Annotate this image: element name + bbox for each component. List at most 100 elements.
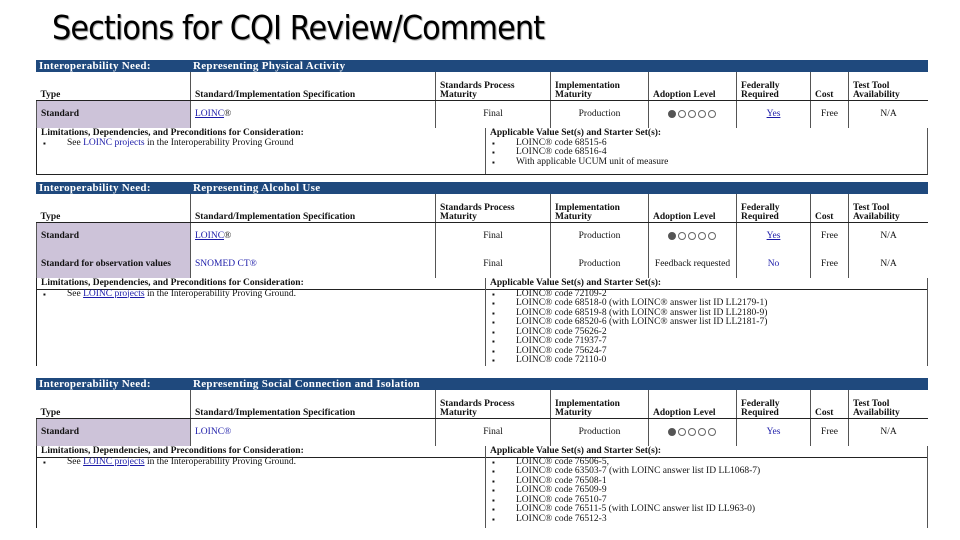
impl-maturity-cell: Production	[550, 222, 649, 250]
slide-title: Sections for CQI Review/Comment	[52, 8, 545, 47]
need-bar: Interoperability Need: Representing Physi…	[36, 60, 928, 72]
spec-cell: SNOMED CT®	[190, 250, 436, 278]
federal-cell: Yes	[736, 418, 811, 446]
federal-cell: Yes	[736, 222, 811, 250]
need-bar: Interoperability Need: Representing Alcoh…	[36, 182, 928, 194]
value-sets-panel: Applicable Value Set(s) and Starter Set(…	[485, 278, 927, 366]
col-adoption: Adoption Level	[648, 194, 737, 223]
loinc-link[interactable]: LOINC®	[195, 427, 231, 437]
snomed-link[interactable]: SNOMED CT®	[195, 259, 257, 269]
loinc-link[interactable]: LOINC	[195, 109, 224, 119]
table-row: Standard LOINC® Final Production Yes Fre…	[36, 100, 928, 128]
section-social-connection: Interoperability Need: Representing Socia…	[36, 378, 928, 528]
limitation-text: in the Interoperability Proving Ground.	[144, 456, 297, 467]
col-type: Type	[36, 72, 191, 101]
col-type: Type	[36, 390, 191, 419]
list-item: LOINC® code 72110-0	[490, 355, 927, 366]
col-process-maturity: Standards Process Maturity	[435, 72, 551, 101]
adoption-level-icon	[648, 222, 737, 250]
list-item: With applicable UCUM unit of measure	[490, 157, 927, 168]
impl-maturity-cell: Production	[550, 100, 649, 128]
col-impl-maturity: Implementation Maturity	[550, 194, 649, 223]
limitations-panel: Limitations, Dependencies, and Precondit…	[37, 278, 485, 366]
type-cell: Standard	[36, 418, 191, 446]
standards-table: Type Standard/Implementation Specificati…	[36, 194, 928, 278]
standards-table: Type Standard/Implementation Specificati…	[36, 72, 928, 128]
type-cell: Standard	[36, 222, 191, 250]
col-test-tool: Test Tool Availability	[848, 390, 928, 419]
limitation-text: in the Interoperability Proving Ground.	[144, 288, 297, 299]
col-cost: Cost	[810, 72, 849, 101]
impl-maturity-cell: Production	[550, 418, 649, 446]
cost-cell: Free	[810, 418, 849, 446]
table-header-row: Type Standard/Implementation Specificati…	[36, 72, 928, 101]
process-maturity-cell: Final	[435, 250, 551, 278]
cost-cell: Free	[810, 222, 849, 250]
col-adoption: Adoption Level	[648, 72, 737, 101]
loinc-projects-link[interactable]: LOINC projects	[83, 457, 144, 467]
col-federal: Federally Required	[736, 390, 811, 419]
limitations-panel: Limitations, Dependencies, and Precondit…	[37, 128, 485, 174]
col-spec: Standard/Implementation Specification	[190, 390, 436, 419]
test-tool-cell: N/A	[848, 250, 928, 278]
federally-required-link[interactable]: Yes	[767, 109, 781, 119]
spec-cell: LOINC®	[190, 100, 436, 128]
process-maturity-cell: Final	[435, 418, 551, 446]
list-item: LOINC® code 76512-3	[490, 514, 927, 525]
lower-panel: Limitations, Dependencies, and Precondit…	[36, 278, 928, 366]
need-label: Interoperability Need:	[39, 182, 151, 194]
col-cost: Cost	[810, 194, 849, 223]
need-title: Representing Social Connection and Isola…	[193, 378, 420, 390]
loinc-projects-link[interactable]: LOINC projects	[83, 138, 144, 148]
value-sets-panel: Applicable Value Set(s) and Starter Set(…	[485, 446, 927, 528]
col-spec: Standard/Implementation Specification	[190, 72, 436, 101]
need-title: Representing Physical Activity	[193, 60, 346, 72]
section-physical-activity: Interoperability Need: Representing Physi…	[36, 60, 928, 175]
col-type: Type	[36, 194, 191, 223]
cost-cell: Free	[810, 250, 849, 278]
col-federal: Federally Required	[736, 72, 811, 101]
col-test-tool: Test Tool Availability	[848, 194, 928, 223]
impl-maturity-cell: Production	[550, 250, 649, 278]
need-label: Interoperability Need:	[39, 378, 151, 390]
process-maturity-cell: Final	[435, 222, 551, 250]
lower-panel: Limitations, Dependencies, and Precondit…	[36, 446, 928, 528]
test-tool-cell: N/A	[848, 418, 928, 446]
process-maturity-cell: Final	[435, 100, 551, 128]
loinc-projects-link[interactable]: LOINC projects	[83, 289, 144, 299]
need-title: Representing Alcohol Use	[193, 182, 321, 194]
spec-cell: LOINC®	[190, 222, 436, 250]
list-item: See LOINC projects in the Interoperabili…	[41, 137, 485, 149]
test-tool-cell: N/A	[848, 100, 928, 128]
limitation-text: in the Interoperability Proving Ground	[144, 137, 294, 148]
spec-cell: LOINC®	[190, 418, 436, 446]
col-federal: Federally Required	[736, 194, 811, 223]
col-adoption: Adoption Level	[648, 390, 737, 419]
standards-table: Type Standard/Implementation Specificati…	[36, 390, 928, 446]
value-sets-panel: Applicable Value Set(s) and Starter Set(…	[485, 128, 927, 174]
limitation-text: See	[67, 288, 84, 299]
cost-cell: Free	[810, 100, 849, 128]
col-impl-maturity: Implementation Maturity	[550, 72, 649, 101]
list-item: See LOINC projects in the Interoperabili…	[41, 456, 485, 468]
table-header-row: Type Standard/Implementation Specificati…	[36, 194, 928, 223]
col-impl-maturity: Implementation Maturity	[550, 390, 649, 419]
adoption-level-cell: Feedback requested	[648, 250, 737, 278]
value-sets-header: Applicable Value Set(s) and Starter Set(…	[490, 128, 662, 138]
type-cell: Standard for observation values	[36, 250, 191, 278]
type-cell: Standard	[36, 100, 191, 128]
limitation-text: See	[67, 137, 84, 148]
registered-mark: ®	[224, 109, 232, 120]
col-spec: Standard/Implementation Specification	[190, 194, 436, 223]
federal-cell: Yes	[736, 100, 811, 128]
section-alcohol-use: Interoperability Need: Representing Alcoh…	[36, 182, 928, 366]
table-row: Standard for observation values SNOMED C…	[36, 250, 928, 278]
lower-panel: Limitations, Dependencies, and Precondit…	[36, 128, 928, 175]
table-header-row: Type Standard/Implementation Specificati…	[36, 390, 928, 419]
federally-required-link[interactable]: Yes	[767, 231, 781, 241]
col-cost: Cost	[810, 390, 849, 419]
need-bar: Interoperability Need: Representing Socia…	[36, 378, 928, 390]
loinc-link[interactable]: LOINC	[195, 231, 224, 241]
table-row: Standard LOINC® Final Production Yes Fre…	[36, 418, 928, 446]
col-process-maturity: Standards Process Maturity	[435, 194, 551, 223]
